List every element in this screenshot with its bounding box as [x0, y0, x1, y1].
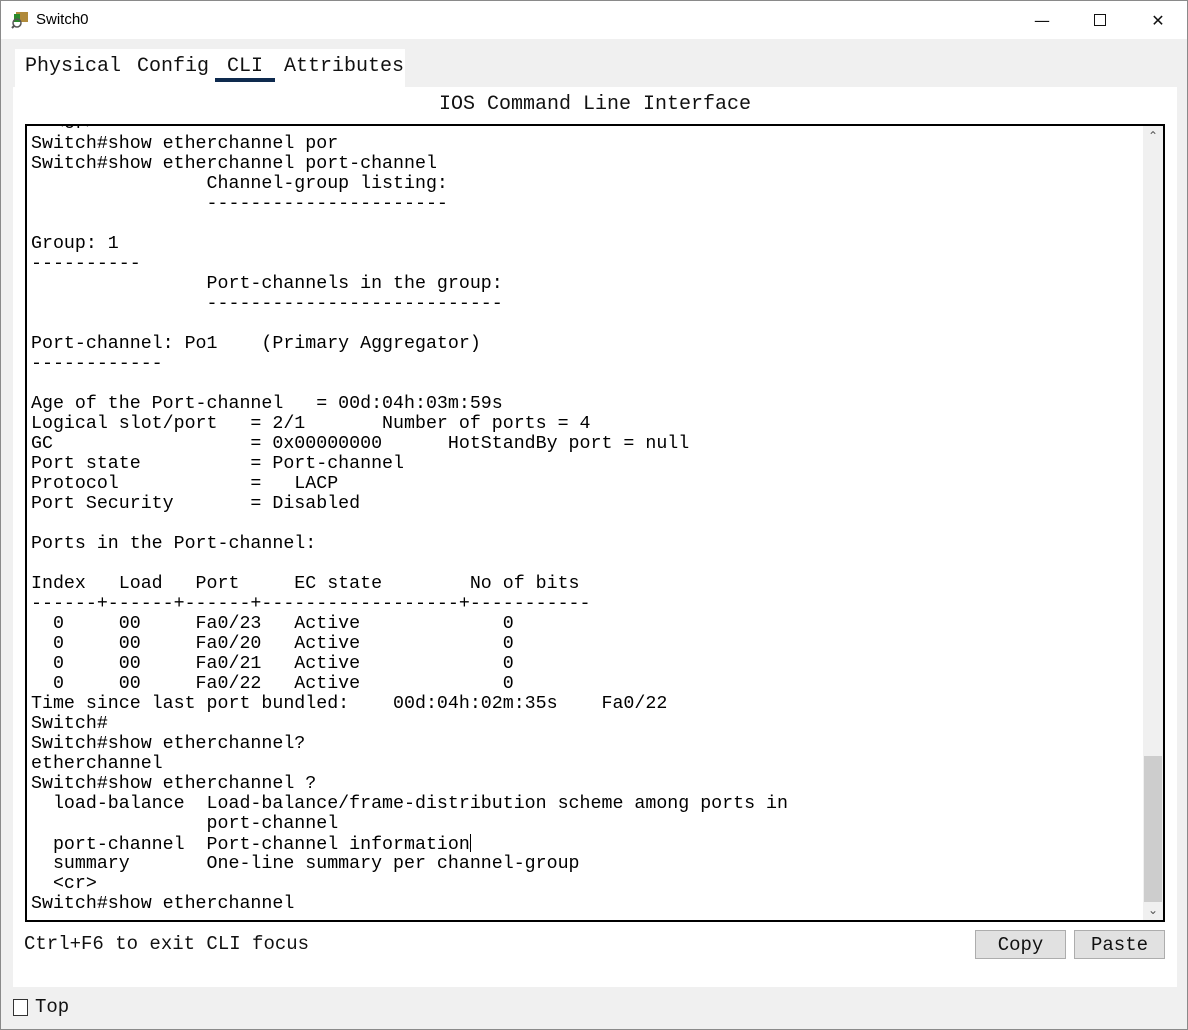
cli-line: 0 00 Fa0/23 Active 0 [31, 614, 514, 634]
minimize-button[interactable]: — [1013, 1, 1071, 39]
cli-line: port-channel Port-channel information [31, 834, 788, 855]
tab-bar: Physical Config CLI Attributes [15, 49, 405, 89]
cli-line: ------------ [31, 354, 163, 374]
cli-terminal[interactable]: <cr> Switch#show etherchannel por Switch#s… [25, 124, 1165, 922]
cli-panel: IOS Command Line Interface <cr> Switch#sh… [13, 87, 1177, 987]
tab-physical[interactable]: Physical [25, 55, 121, 78]
cli-line: Time since last port bundled: 00d:04h:02… [31, 694, 668, 714]
vertical-scrollbar[interactable]: ⌃ ⌄ [1143, 126, 1163, 920]
cli-line: Logical slot/port = 2/1 Number of ports … [31, 414, 591, 434]
cli-line: Port state = Port-channel [31, 454, 404, 474]
cli-line: --------------------------- [31, 294, 503, 314]
cli-line [31, 314, 788, 334]
cli-line: Switch# [31, 714, 108, 734]
top-checkbox[interactable] [13, 998, 28, 1016]
cli-line: ------+------+------+------------------+… [31, 594, 591, 614]
cli-line: Switch#show etherchannel ? [31, 774, 317, 794]
tab-cli[interactable]: CLI [214, 55, 276, 82]
cli-line: <cr> [31, 124, 97, 134]
cli-line: Port Security = Disabled [31, 494, 361, 514]
top-option[interactable]: Top [13, 996, 69, 1018]
cli-line: etherchannel [31, 754, 163, 774]
scrollbar-thumb[interactable] [1144, 756, 1162, 902]
maximize-icon [1094, 14, 1106, 26]
switch-window: Switch0 — ✕ Physical Config CLI Attribut… [0, 0, 1188, 1030]
cli-line: 0 00 Fa0/22 Active 0 [31, 674, 514, 694]
cli-line: Ports in the Port-channel: [31, 534, 317, 554]
tab-attributes[interactable]: Attributes [284, 55, 404, 78]
copy-button[interactable]: Copy [975, 930, 1066, 959]
cli-line: Switch#show etherchannel port-channel [31, 154, 437, 174]
cli-title: IOS Command Line Interface [438, 93, 752, 116]
cli-line: Age of the Port-channel = 00d:04h:03m:59… [31, 394, 503, 414]
cli-line: load-balance Load-balance/frame-distribu… [31, 794, 788, 814]
cli-line: summary One-line summary per channel-gro… [31, 854, 580, 874]
cli-line [31, 554, 788, 574]
cli-line: Switch#show etherchannel [31, 894, 295, 914]
cli-line: GC = 0x00000000 HotStandBy port = null [31, 434, 690, 454]
cli-focus-hint: Ctrl+F6 to exit CLI focus [24, 933, 310, 955]
cli-line [31, 374, 788, 394]
cli-line: Channel-group listing: [31, 174, 448, 194]
cli-line: 0 00 Fa0/20 Active 0 [31, 634, 514, 654]
cli-line: Group: 1 [31, 234, 119, 254]
top-label: Top [35, 996, 70, 1018]
cli-line: Switch#show etherchannel? [31, 734, 306, 754]
cli-line: Protocol = LACP [31, 474, 339, 494]
cli-line: ---------------------- [31, 194, 448, 214]
cli-line: Port-channel: Po1 (Primary Aggregator) [31, 334, 481, 354]
maximize-button[interactable] [1071, 1, 1129, 39]
cli-line: Port-channels in the group: [31, 274, 503, 294]
cli-line: Switch#show etherchannel por [31, 134, 339, 154]
cli-line [31, 214, 788, 234]
window-title: Switch0 [36, 11, 89, 28]
close-button[interactable]: ✕ [1129, 1, 1187, 39]
cli-line: <cr> [31, 874, 97, 894]
scroll-up-icon[interactable]: ⌃ [1143, 126, 1163, 146]
cli-line: port-channel [31, 814, 339, 834]
scroll-down-icon[interactable]: ⌄ [1143, 900, 1163, 920]
paste-button[interactable]: Paste [1074, 930, 1165, 959]
tab-config[interactable]: Config [137, 55, 209, 78]
switch-app-icon [11, 12, 28, 29]
cli-line: ---------- [31, 254, 141, 274]
minimize-icon: — [1034, 10, 1050, 30]
cli-line: Index Load Port EC state No of bits [31, 574, 580, 594]
cli-line [31, 514, 788, 534]
cli-output: <cr> Switch#show etherchannel por Switch#s… [31, 124, 788, 914]
title-bar: Switch0 — ✕ [1, 1, 1187, 39]
close-icon: ✕ [1151, 10, 1165, 30]
cli-line: 0 00 Fa0/21 Active 0 [31, 654, 514, 674]
